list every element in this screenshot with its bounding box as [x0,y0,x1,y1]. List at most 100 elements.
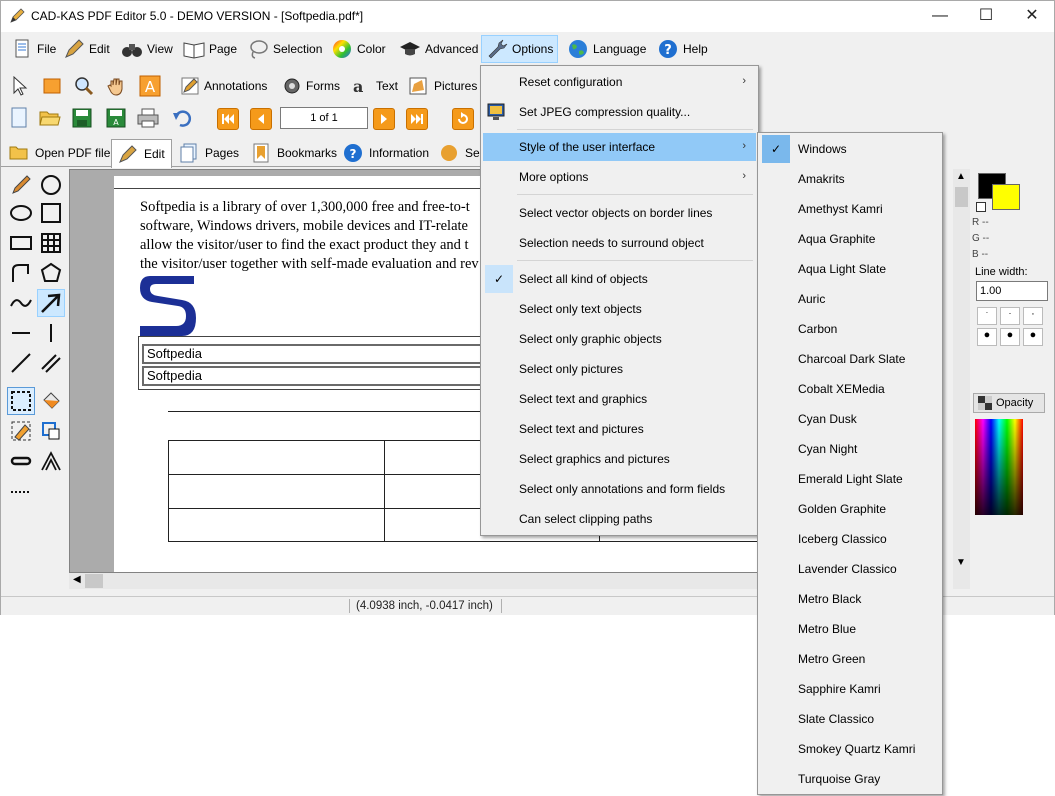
style-option[interactable]: Lavender Classico [760,555,940,583]
style-option[interactable]: Emerald Light Slate [760,465,940,493]
style-option[interactable]: Turquoise Gray [760,765,940,793]
brush-tool[interactable] [7,171,35,199]
undo-button[interactable] [169,105,195,131]
dotted-line-tool[interactable] [7,477,35,505]
menu-options[interactable]: Options [481,35,559,63]
style-option[interactable]: Golden Graphite [760,495,940,523]
menu-help[interactable]: ? Help [653,35,712,63]
tab-security[interactable]: Se [433,139,486,167]
style-option[interactable]: Metro Blue [760,615,940,643]
select-rect-tool-button[interactable] [39,73,65,99]
style-option[interactable]: Cobalt XEMedia [760,375,940,403]
tab-information[interactable]: ? Information [337,139,435,167]
style-option[interactable]: Carbon [760,315,940,343]
double-line-tool[interactable] [37,349,65,377]
menu-item-select-text-pictures[interactable]: Select text and pictures [483,415,756,443]
menu-edit[interactable]: Edit [59,35,114,63]
opacity-button[interactable]: Opacity [973,393,1045,413]
dot-size-grid[interactable]: · · · ● ● ● [977,307,1043,349]
style-option[interactable]: Iceberg Classico [760,525,940,553]
page-indicator-field[interactable]: 1 of 1 [280,107,368,129]
line-width-input[interactable]: 1.00 [976,281,1048,301]
diagonal-line-tool[interactable] [7,349,35,377]
tab-edit[interactable]: Edit [111,139,172,168]
tab-open-pdf[interactable]: Open PDF file [3,139,116,167]
color-spectrum-picker[interactable] [975,419,1023,515]
dot-size-2[interactable]: · [1000,307,1020,325]
style-option[interactable]: Sapphire Kamri [760,675,940,703]
rotate-button[interactable] [452,108,474,130]
menu-item-select-text-graphics[interactable]: Select text and graphics [483,385,756,413]
grid-tool[interactable] [37,229,65,257]
menu-item-more-options[interactable]: More options › [483,163,756,191]
horizontal-scrollbar[interactable]: ◀ [69,573,769,589]
style-option[interactable]: Cyan Night [760,435,940,463]
eraser-tool[interactable] [7,417,35,445]
forms-button[interactable] [279,73,305,99]
menu-view[interactable]: View [117,35,177,63]
dot-size-3[interactable]: · [1023,307,1043,325]
menu-item-jpeg-quality[interactable]: Set JPEG compression quality... [483,98,756,126]
style-option[interactable]: Metro Green [760,645,940,673]
first-page-button[interactable] [217,108,239,130]
menu-language[interactable]: Language [563,35,650,63]
dot-size-5[interactable]: ● [1000,328,1020,346]
curve-tool[interactable] [7,289,35,317]
zoom-tool-button[interactable] [71,73,97,99]
style-option-windows[interactable]: ✓ Windows [760,135,940,163]
style-option[interactable]: Amethyst Kamri [760,195,940,223]
open-button[interactable] [37,105,63,131]
menu-item-select-graphic-only[interactable]: Select only graphic objects [483,325,756,353]
text-tool-button[interactable]: A [137,73,163,99]
tab-bookmarks[interactable]: Bookmarks [245,139,343,167]
menu-item-select-text-only[interactable]: Select only text objects [483,295,756,323]
pictures-button[interactable] [405,73,431,99]
menu-item-ui-style[interactable]: Style of the user interface › [483,133,756,161]
polygon-tool[interactable] [37,259,65,287]
style-option[interactable]: Charcoal Dark Slate [760,345,940,373]
style-option[interactable]: Cyan Dusk [760,405,940,433]
style-option[interactable]: Slate Classico [760,705,940,733]
dot-size-6[interactable]: ● [1023,328,1043,346]
tab-pages[interactable]: Pages [173,139,245,167]
style-option[interactable]: Smokey Quartz Kamri [760,735,940,763]
peak-line-tool[interactable] [37,447,65,475]
style-option[interactable]: Aqua Graphite [760,225,940,253]
style-option[interactable]: Amakrits [760,165,940,193]
style-option[interactable]: Aqua Light Slate [760,255,940,283]
vline-tool[interactable] [37,319,65,347]
rounded-rect-tool[interactable] [7,447,35,475]
menu-file[interactable]: File [7,35,60,63]
rectangle-tool[interactable] [7,229,35,257]
menu-selection[interactable]: Selection [243,35,326,63]
transform-tool[interactable] [37,417,65,445]
next-page-button[interactable] [373,108,395,130]
menu-item-select-pictures-only[interactable]: Select only pictures [483,355,756,383]
close-button[interactable]: ✕ [1009,1,1055,31]
menu-item-surround-object[interactable]: Selection needs to surround object [483,229,756,257]
prev-page-button[interactable] [250,108,272,130]
ellipse-tool[interactable] [7,199,35,227]
save-as-button[interactable]: A [103,105,129,131]
arc-tool[interactable] [7,259,35,287]
menu-item-select-annotations[interactable]: Select only annotations and form fields [483,475,756,503]
annotations-button[interactable] [177,73,203,99]
minimize-button[interactable]: — [917,1,963,31]
style-option[interactable]: Auric [760,285,940,313]
scroll-thumb[interactable] [85,574,103,588]
style-option[interactable]: Metro Black [760,585,940,613]
dot-size-1[interactable]: · [977,307,997,325]
menu-item-clipping-paths[interactable]: Can select clipping paths [483,505,756,533]
menu-color[interactable]: Color [327,35,390,63]
menu-item-reset-configuration[interactable]: Reset configuration › [483,68,756,96]
last-page-button[interactable] [406,108,428,130]
dot-size-4[interactable]: ● [977,328,997,346]
arrow-tool[interactable] [37,289,65,317]
menu-item-select-all-kinds[interactable]: ✓ Select all kind of objects [483,265,756,293]
fill-tool[interactable] [37,387,65,415]
hand-tool-button[interactable] [103,73,129,99]
secondary-color-swatch[interactable] [992,184,1020,210]
circle-tool[interactable] [37,171,65,199]
maximize-button[interactable]: ☐ [963,1,1009,31]
pointer-tool-button[interactable] [7,73,33,99]
